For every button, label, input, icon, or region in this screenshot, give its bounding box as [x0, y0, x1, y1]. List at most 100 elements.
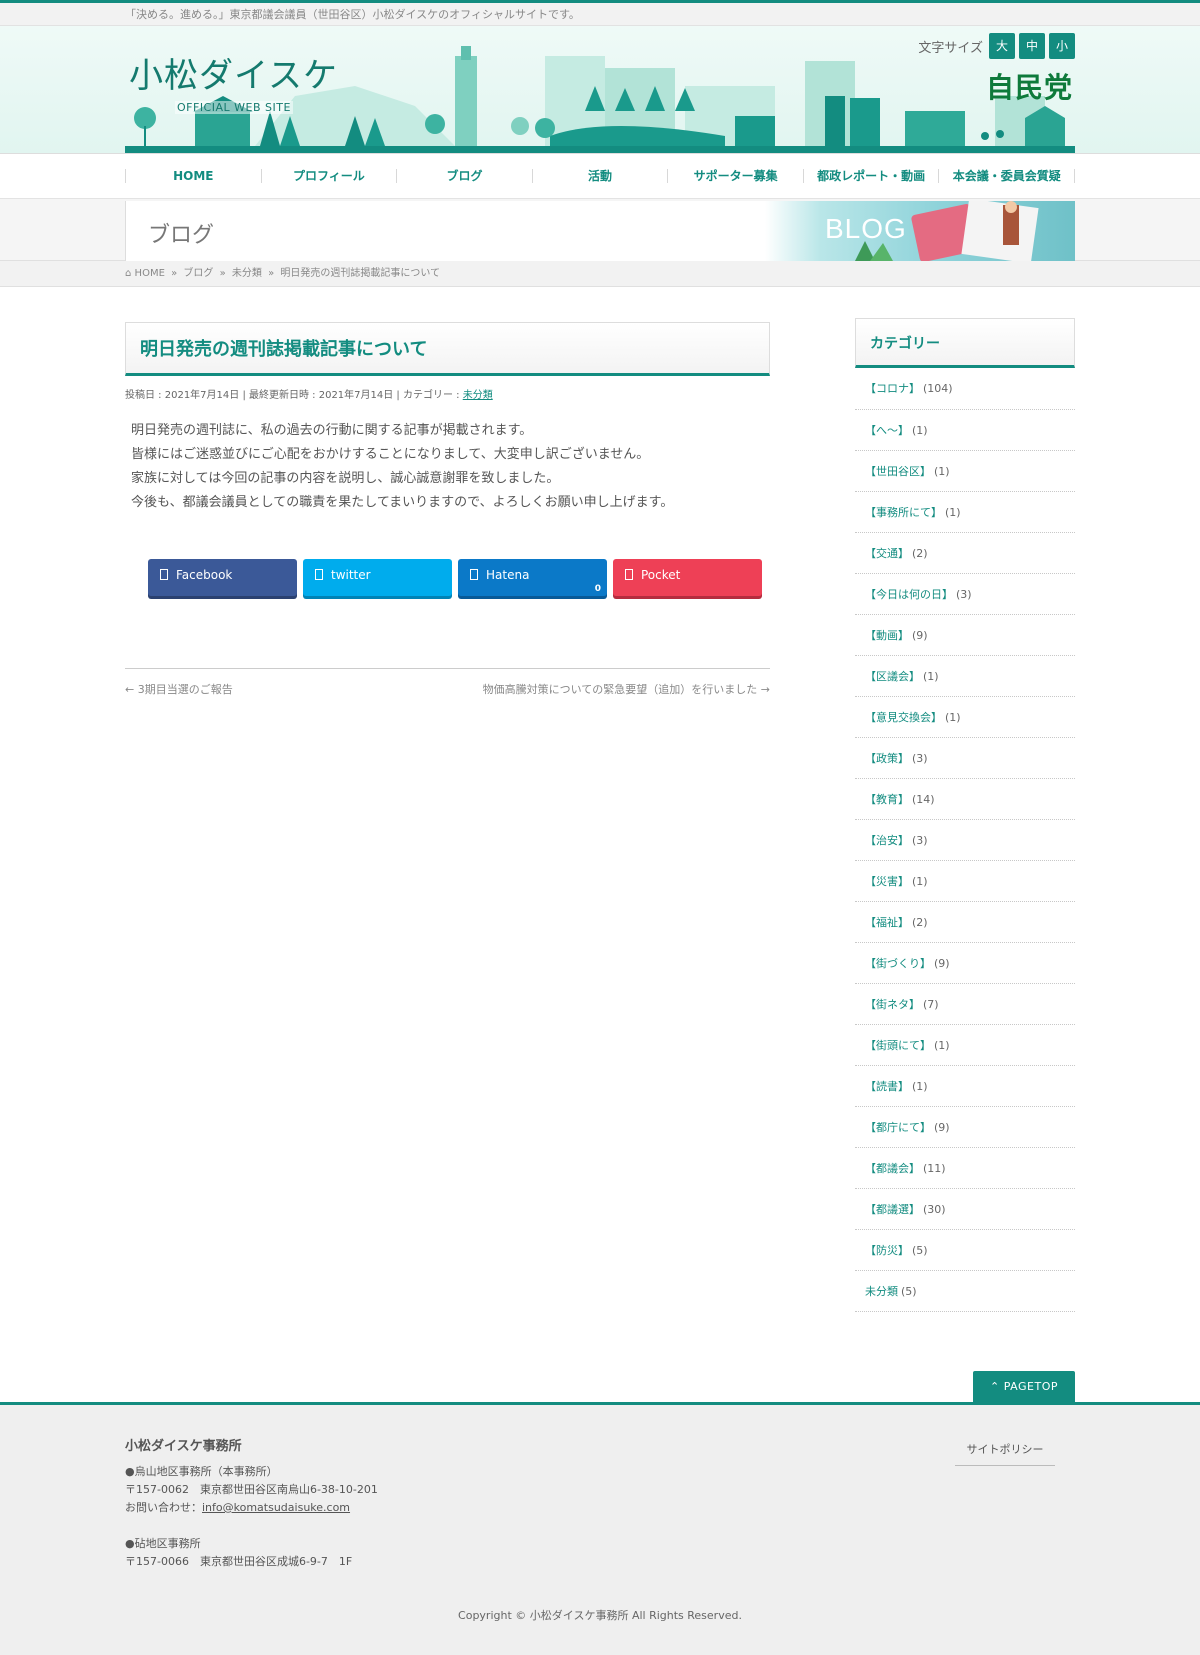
- category-count: (1): [934, 465, 950, 478]
- category-item[interactable]: 【政策】 (3): [855, 738, 1075, 779]
- hatena-share-count: 0: [594, 584, 601, 594]
- category-item[interactable]: 【コロナ】 (104): [855, 368, 1075, 410]
- category-count: (1): [945, 506, 961, 519]
- category-item[interactable]: 【福祉】 (2): [855, 902, 1075, 943]
- post-title: 明日発売の週刊誌掲載記事について: [140, 339, 428, 360]
- site-policy-link[interactable]: サイトポリシー: [955, 1441, 1055, 1466]
- category-name: 【都庁にて】: [865, 1121, 931, 1134]
- pagetop-button[interactable]: ⌃ PAGETOP: [973, 1371, 1075, 1403]
- article: 明日発売の週刊誌掲載記事について 投稿日 : 2021年7月14日 | 最終更新…: [125, 322, 770, 697]
- category-name: 【世田谷区】: [865, 465, 931, 478]
- nav-item-supporters[interactable]: サポーター募集: [667, 169, 803, 183]
- font-size-switcher: 文字サイズ 大 中 小: [918, 33, 1075, 59]
- breadcrumb-home-link[interactable]: HOME: [135, 268, 165, 279]
- category-item[interactable]: 【都庁にて】 (9): [855, 1107, 1075, 1148]
- category-count: (3): [912, 834, 928, 847]
- category-item[interactable]: 【治安】 (3): [855, 820, 1075, 861]
- category-item[interactable]: 【今日は何の日】 (3): [855, 574, 1075, 615]
- blog-banner-image: BLOG: [765, 201, 1075, 261]
- category-item[interactable]: 【街頭にて】 (1): [855, 1025, 1075, 1066]
- category-count: (9): [934, 957, 950, 970]
- nav-item-home[interactable]: HOME: [125, 169, 261, 183]
- blog-banner-word: BLOG: [825, 213, 907, 244]
- category-item[interactable]: 【区議会】 (1): [855, 656, 1075, 697]
- prev-post-link[interactable]: ← 3期目当選のご報告: [125, 681, 233, 697]
- category-name: 未分類: [865, 1285, 898, 1298]
- twitter-share-label: twitter: [331, 568, 371, 582]
- post-title-box: 明日発売の週刊誌掲載記事について: [125, 322, 770, 376]
- category-name: 【交通】: [865, 547, 909, 560]
- post-paragraph: 明日発売の週刊誌に、私の過去の行動に関する記事が掲載されます。: [131, 423, 533, 438]
- category-item[interactable]: 【事務所にて】 (1): [855, 492, 1075, 533]
- category-count: (1): [912, 424, 928, 437]
- category-item[interactable]: 未分類 (5): [855, 1271, 1075, 1312]
- category-item[interactable]: 【読書】 (1): [855, 1066, 1075, 1107]
- category-count: (1): [934, 1039, 950, 1052]
- category-name: 【福祉】: [865, 916, 909, 929]
- category-name: 【街づくり】: [865, 957, 931, 970]
- category-item[interactable]: 【街づくり】 (9): [855, 943, 1075, 984]
- category-item[interactable]: 【都議会】 (11): [855, 1148, 1075, 1189]
- category-name: 【動画】: [865, 629, 909, 642]
- nav-item-activity[interactable]: 活動: [531, 169, 668, 183]
- pocket-share-button[interactable]: Pocket: [613, 559, 762, 596]
- category-name: 【教育】: [865, 793, 909, 806]
- font-size-medium-button[interactable]: 中: [1019, 33, 1045, 59]
- category-count: (1): [912, 875, 928, 888]
- category-list: 【コロナ】 (104) 【へ〜】 (1) 【世田谷区】 (1) 【事務所にて】 (1) 【交通】…: [855, 368, 1075, 1312]
- category-name: 【読書】: [865, 1080, 909, 1093]
- site-logo[interactable]: 小松ダイスケ OFFICIAL WEB SITE: [129, 56, 338, 115]
- twitter-share-button[interactable]: twitter: [303, 559, 452, 596]
- category-item[interactable]: 【都議選】 (30): [855, 1189, 1075, 1230]
- breadcrumb-separator: »: [219, 268, 226, 279]
- category-item[interactable]: 【交通】 (2): [855, 533, 1075, 574]
- post-paragraph: 家族に対しては今回の記事の内容を説明し、誠心誠意謝罪を致しました。: [131, 471, 560, 486]
- facebook-share-label: Facebook: [176, 568, 233, 582]
- nav-item-blog[interactable]: ブログ: [396, 169, 532, 183]
- font-size-small-button[interactable]: 小: [1049, 33, 1075, 59]
- category-count: (104): [923, 382, 953, 395]
- top-bar: 「決める。進める。」東京都議会議員（世田谷区）小松ダイスケのオフィシャルサイトで…: [0, 0, 1200, 26]
- category-item[interactable]: 【世田谷区】 (1): [855, 451, 1075, 492]
- category-name: 【街頭にて】: [865, 1039, 931, 1052]
- category-count: (11): [923, 1162, 946, 1175]
- category-item[interactable]: 【へ〜】 (1): [855, 410, 1075, 451]
- category-name: 【都議選】: [865, 1203, 920, 1216]
- font-size-large-button[interactable]: 大: [989, 33, 1015, 59]
- category-item[interactable]: 【動画】 (9): [855, 615, 1075, 656]
- footer-email-link[interactable]: info@komatsudaisuke.com: [202, 1501, 350, 1514]
- category-item[interactable]: 【意見交換会】 (1): [855, 697, 1075, 738]
- nav-item-profile[interactable]: プロフィール: [260, 169, 397, 183]
- party-logo[interactable]: 自民党: [986, 66, 1073, 106]
- logo-subtitle: OFFICIAL WEB SITE: [175, 101, 293, 114]
- category-item[interactable]: 【災害】 (1): [855, 861, 1075, 902]
- footer-office2-address: 〒157-0066 東京都世田谷区成城6-9-7 1F: [125, 1555, 353, 1568]
- post-navigation: ← 3期目当選のご報告 物価高騰対策についての緊急要望（追加）を行いました →: [125, 668, 770, 697]
- category-name: 【災害】: [865, 875, 909, 888]
- page-title: ブログ: [148, 223, 215, 248]
- footer-office1-contact: お問い合わせ：info@komatsudaisuke.com: [125, 1499, 378, 1517]
- category-name: 【街ネタ】: [865, 998, 920, 1011]
- site-footer: 小松ダイスケ事務所 ●烏山地区事務所（本事務所） 〒157-0062 東京都世田…: [0, 1402, 1200, 1655]
- footer-contact-label: お問い合わせ：: [125, 1501, 202, 1514]
- facebook-icon: [160, 569, 168, 580]
- category-item[interactable]: 【教育】 (14): [855, 779, 1075, 820]
- category-name: 【へ〜】: [865, 424, 909, 437]
- share-buttons: Facebook twitter Hatena 0 Pocket: [125, 559, 770, 596]
- category-item[interactable]: 【街ネタ】 (7): [855, 984, 1075, 1025]
- home-icon: ⌂: [125, 268, 132, 279]
- post-category-link[interactable]: 未分類: [463, 390, 493, 401]
- breadcrumb-category-link[interactable]: 未分類: [232, 268, 262, 279]
- breadcrumb-current: 明日発売の週刊誌掲載記事について: [280, 268, 441, 279]
- facebook-share-button[interactable]: Facebook: [148, 559, 297, 596]
- hatena-share-button[interactable]: Hatena 0: [458, 559, 607, 596]
- chevron-up-icon: ⌃: [990, 1380, 1000, 1393]
- breadcrumb-separator: »: [268, 268, 275, 279]
- nav-item-report-video[interactable]: 都政レポート・動画: [802, 169, 939, 183]
- category-item[interactable]: 【防災】 (5): [855, 1230, 1075, 1271]
- nav-item-assembly-questions[interactable]: 本会議・委員会質疑: [938, 169, 1076, 183]
- breadcrumb-blog-link[interactable]: ブログ: [183, 268, 213, 279]
- next-post-link[interactable]: 物価高騰対策についての緊急要望（追加）を行いました →: [483, 681, 770, 697]
- page-title-band: ブログ BLOG: [0, 199, 1200, 261]
- pocket-share-label: Pocket: [641, 568, 681, 582]
